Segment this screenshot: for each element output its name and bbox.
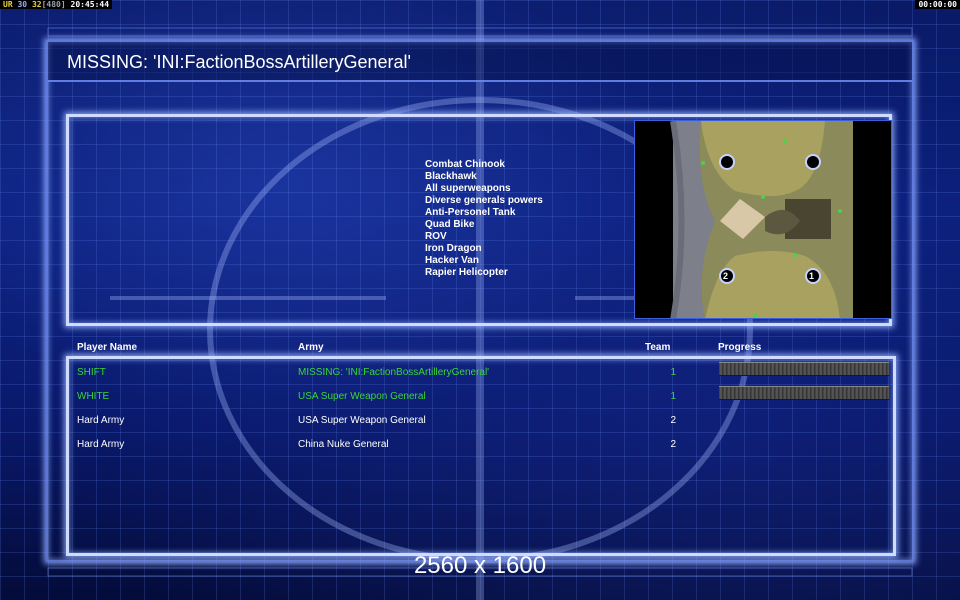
player-team: 1 <box>670 367 676 378</box>
player-army: China Nuke General <box>298 439 389 450</box>
unit-item: Blackhawk <box>425 171 477 182</box>
table-row: Hard Army USA Super Weapon General 2 <box>0 415 960 429</box>
unit-item: ROV <box>425 231 447 242</box>
frame-value: 32 <box>31 0 42 9</box>
start-marker-1: 1 <box>809 271 815 281</box>
player-name: Hard Army <box>77 439 125 450</box>
debug-status-left: UR 30 32[480] 20:45:44 <box>0 0 113 9</box>
column-team: Team <box>645 342 671 353</box>
player-team: 2 <box>670 415 676 426</box>
unit-item: Quad Bike <box>425 219 475 230</box>
progress-bar <box>719 362 889 376</box>
table-row: SHIFT MISSING: 'INI:FactionBossArtillery… <box>0 362 960 381</box>
game-timer: 00:00:00 <box>915 0 960 9</box>
table-row: Hard Army China Nuke General 2 <box>0 439 960 453</box>
unit-item: Diverse generals powers <box>425 195 543 206</box>
frame-max: 480 <box>46 0 61 9</box>
player-name: WHITE <box>77 391 110 402</box>
clock: 20:45:44 <box>70 0 110 9</box>
progress-bar <box>719 386 889 400</box>
column-army: Army <box>298 342 324 353</box>
player-name: SHIFT <box>77 367 106 378</box>
column-progress: Progress <box>718 342 762 353</box>
start-marker-2: 2 <box>723 271 729 281</box>
player-name: Hard Army <box>77 415 125 426</box>
unit-item: Anti-Personel Tank <box>425 207 516 218</box>
ur-label: UR <box>3 0 13 9</box>
unit-item: Combat Chinook <box>425 159 505 170</box>
unit-item: Rapier Helicopter <box>425 267 508 278</box>
player-team: 2 <box>670 439 676 450</box>
map-terrain <box>635 121 891 318</box>
map-preview: 2 1 <box>634 120 892 319</box>
player-army: USA Super Weapon General <box>298 391 426 402</box>
player-army: USA Super Weapon General <box>298 415 426 426</box>
fps-value: 30 <box>17 0 28 9</box>
player-team: 1 <box>670 391 676 402</box>
unit-item: Hacker Van <box>425 255 479 266</box>
unit-list: Combat Chinook Blackhawk All superweapon… <box>425 159 543 279</box>
unit-item: All superweapons <box>425 183 511 194</box>
table-row: WHITE USA Super Weapon General 1 <box>0 386 960 405</box>
faction-title: MISSING: 'INI:FactionBossArtilleryGenera… <box>67 52 411 72</box>
unit-item: Iron Dragon <box>425 243 482 254</box>
column-player-name: Player Name <box>77 342 138 353</box>
player-army: MISSING: 'INI:FactionBossArtilleryGenera… <box>298 367 490 378</box>
resolution-label: 2560 x 1600 <box>413 552 547 579</box>
